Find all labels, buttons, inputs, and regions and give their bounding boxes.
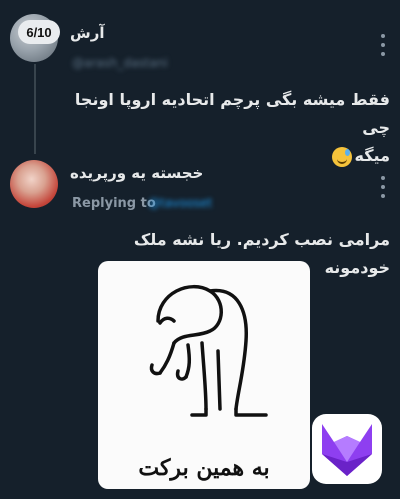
thread-connector-line [34, 64, 36, 154]
replying-to-label: Replying to [72, 196, 156, 211]
author-handle[interactable]: @arash_dastani [72, 56, 168, 70]
media-caption-text: به همین برکت [138, 455, 270, 481]
fox-logo-icon [312, 414, 382, 484]
replying-to-handle[interactable]: @tavooset [148, 196, 212, 210]
avatar[interactable] [10, 160, 58, 208]
thread-counter-badge: 6/10 [18, 20, 60, 44]
grinning-sweat-emoji-icon [331, 146, 352, 167]
tweet-text-fragment: میگه [354, 146, 390, 165]
author-name[interactable]: خجسته یه ورپریده [70, 164, 203, 182]
author-name[interactable]: آرش [70, 24, 104, 42]
tweet-text: فقط میشه بگی پرچم اتحادیه اروپا اونجا چی… [70, 86, 390, 170]
tweet-media-image[interactable]: به همین برکت [98, 261, 310, 489]
more-vertical-icon[interactable] [378, 34, 388, 56]
more-vertical-icon[interactable] [378, 176, 388, 198]
tweet-text-line: فقط میشه بگی پرچم اتحادیه اروپا اونجا چی [74, 90, 390, 137]
